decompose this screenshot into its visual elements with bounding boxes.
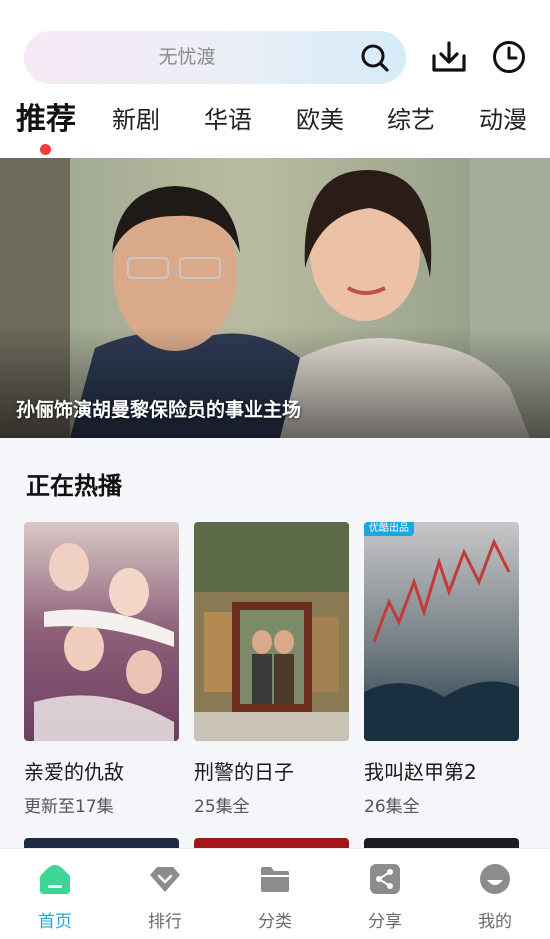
ranking-icon bbox=[150, 867, 180, 892]
nav-label: 排行 bbox=[148, 912, 182, 932]
nav-home[interactable]: 首页 bbox=[0, 849, 110, 939]
nav-profile[interactable]: 我的 bbox=[440, 849, 550, 939]
nav-label: 首页 bbox=[38, 912, 72, 932]
download-icon[interactable] bbox=[431, 40, 467, 74]
search-placeholder: 无忧渡 bbox=[158, 46, 216, 68]
nav-label: 分享 bbox=[368, 912, 402, 932]
featured-banner[interactable]: 孙俪饰演胡曼黎保险员的事业主场 bbox=[0, 158, 550, 438]
drama-episodes: 更新至17集 bbox=[24, 797, 114, 817]
search-bar[interactable]: 无忧渡 bbox=[24, 31, 406, 84]
now-playing-section: 正在热播 亲爱的仇敌 更新至17集 刑警的日子 25集全 优酷出品 我叫赵甲第2… bbox=[0, 438, 550, 850]
poster-image bbox=[24, 522, 179, 741]
nav-category[interactable]: 分类 bbox=[220, 849, 330, 939]
profile-icon bbox=[480, 864, 510, 894]
share-icon bbox=[370, 864, 400, 894]
active-tab-indicator bbox=[40, 144, 51, 155]
bottom-navigation: 首页 排行 分类 分享 我的 bbox=[0, 848, 550, 939]
search-icon[interactable] bbox=[360, 43, 390, 73]
nav-share[interactable]: 分享 bbox=[330, 849, 440, 939]
home-icon bbox=[40, 865, 70, 894]
folder-icon bbox=[261, 867, 289, 892]
top-bar: 无忧渡 bbox=[0, 0, 550, 96]
category-tabs: 推荐 新剧 华语 欧美 综艺 动漫 bbox=[0, 96, 550, 158]
nav-label: 分类 bbox=[258, 912, 292, 932]
producer-badge: 优酷出品 bbox=[364, 522, 414, 536]
nav-ranking[interactable]: 排行 bbox=[110, 849, 220, 939]
banner-caption: 孙俪饰演胡曼黎保险员的事业主场 bbox=[16, 399, 302, 421]
poster-image: 优酷出品 bbox=[364, 522, 519, 741]
drama-title: 我叫赵甲第2 bbox=[364, 760, 477, 784]
drama-episodes: 26集全 bbox=[364, 797, 420, 817]
drama-title: 亲爱的仇敌 bbox=[24, 760, 124, 784]
nav-label: 我的 bbox=[478, 912, 512, 932]
drama-title: 刑警的日子 bbox=[194, 760, 294, 784]
history-clock-icon[interactable] bbox=[492, 40, 526, 74]
poster-image bbox=[194, 522, 349, 741]
section-title: 正在热播 bbox=[26, 472, 122, 500]
tab-anime[interactable]: 动漫 bbox=[479, 102, 527, 138]
tab-recommend[interactable]: 推荐 bbox=[16, 102, 76, 138]
tab-western[interactable]: 欧美 bbox=[296, 102, 344, 138]
tab-new-drama[interactable]: 新剧 bbox=[112, 102, 160, 138]
tab-variety[interactable]: 综艺 bbox=[387, 102, 435, 138]
drama-episodes: 25集全 bbox=[194, 797, 250, 817]
tab-chinese[interactable]: 华语 bbox=[204, 102, 252, 138]
